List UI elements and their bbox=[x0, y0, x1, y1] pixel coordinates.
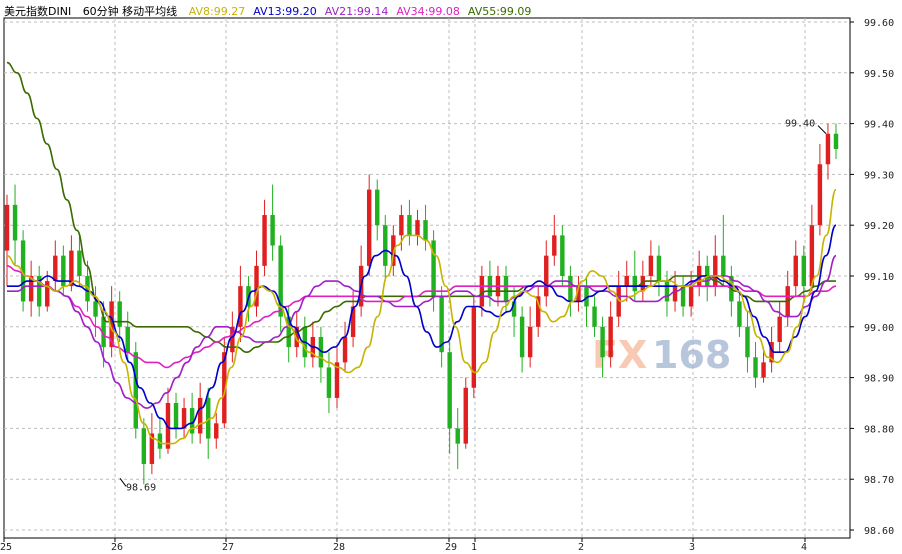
candle bbox=[366, 174, 372, 276]
series-line-ma21 bbox=[6, 254, 837, 409]
candle bbox=[375, 179, 380, 241]
candle bbox=[342, 321, 348, 373]
candle bbox=[28, 260, 34, 317]
x-tick-label: 29 bbox=[445, 542, 457, 553]
candle bbox=[350, 291, 356, 348]
y-tick-label: 99.50 bbox=[864, 69, 894, 80]
annotation-low: 98.69 bbox=[126, 482, 156, 493]
watermark-number: 168 bbox=[652, 333, 731, 377]
candle bbox=[737, 291, 742, 337]
candle bbox=[785, 270, 790, 327]
candle bbox=[705, 255, 710, 302]
candle bbox=[157, 418, 163, 459]
candle bbox=[527, 306, 533, 368]
candle bbox=[463, 377, 468, 449]
y-tick-label: 99.00 bbox=[864, 323, 894, 334]
candle bbox=[793, 240, 798, 297]
candle bbox=[254, 250, 259, 317]
candle bbox=[817, 143, 823, 236]
y-tick-label: 98.70 bbox=[864, 475, 894, 486]
y-tick-label: 98.90 bbox=[864, 374, 894, 385]
y-tick-label: 98.80 bbox=[864, 424, 894, 435]
candle bbox=[624, 260, 629, 302]
candle bbox=[53, 240, 58, 292]
y-tick-label: 99.10 bbox=[864, 272, 894, 283]
x-tick-label: 28 bbox=[333, 542, 345, 553]
y-tick-label: 99.30 bbox=[864, 170, 894, 181]
candle bbox=[262, 199, 267, 276]
candle bbox=[592, 296, 597, 337]
x-tick-label: 4 bbox=[801, 542, 807, 553]
candle bbox=[270, 184, 275, 261]
candle bbox=[197, 382, 203, 444]
candle bbox=[648, 240, 654, 287]
candle bbox=[439, 286, 444, 368]
candle bbox=[713, 235, 718, 297]
candle bbox=[181, 397, 187, 439]
x-tick-label: 26 bbox=[111, 542, 123, 553]
candle bbox=[189, 392, 195, 444]
x-tick-label: 2 bbox=[578, 542, 584, 553]
candle bbox=[560, 225, 565, 287]
candle bbox=[745, 311, 750, 373]
candle bbox=[696, 250, 702, 297]
candle bbox=[519, 306, 525, 373]
candle bbox=[471, 296, 477, 398]
candle bbox=[455, 408, 460, 470]
candle bbox=[61, 245, 66, 297]
y-tick-label: 99.20 bbox=[864, 221, 894, 232]
candle bbox=[511, 286, 517, 337]
candle bbox=[173, 392, 179, 439]
candle bbox=[680, 276, 686, 317]
candlestick-chart: 99.60 99.50 99.40 99.30 99.20 99.10 99.00 98.90… bbox=[0, 17, 894, 553]
annotation-high-leader bbox=[817, 125, 827, 134]
candle bbox=[777, 301, 782, 353]
y-tick-label: 99.60 bbox=[864, 18, 894, 29]
candle bbox=[568, 265, 573, 317]
candle bbox=[729, 265, 734, 317]
watermark-fx: FX bbox=[592, 333, 647, 377]
annotation-high: 99.40 bbox=[785, 119, 815, 130]
candle bbox=[423, 204, 428, 251]
candle bbox=[310, 321, 316, 368]
candle bbox=[12, 184, 18, 266]
watermark-logo: FX 168 bbox=[592, 333, 731, 377]
candle bbox=[544, 240, 549, 307]
candle bbox=[149, 413, 155, 475]
candle bbox=[664, 270, 670, 317]
candle bbox=[415, 209, 420, 246]
candle bbox=[407, 199, 412, 246]
candle bbox=[334, 347, 340, 409]
x-tick-label: 1 bbox=[471, 542, 477, 553]
y-tick-label: 98.60 bbox=[864, 526, 894, 537]
candle bbox=[825, 123, 831, 180]
candle bbox=[4, 194, 10, 287]
candle bbox=[656, 245, 662, 297]
x-tick-label: 25 bbox=[0, 542, 12, 553]
candle bbox=[318, 326, 324, 383]
candle bbox=[552, 215, 557, 266]
series-line-ma55 bbox=[6, 61, 836, 354]
x-tick-label: 27 bbox=[222, 542, 234, 553]
candle bbox=[584, 276, 589, 327]
x-tick-label: 3 bbox=[689, 542, 695, 553]
candle bbox=[447, 342, 452, 454]
candle bbox=[753, 342, 758, 388]
y-tick-label: 99.40 bbox=[864, 120, 894, 131]
candle bbox=[117, 291, 122, 343]
candle bbox=[535, 286, 541, 337]
candle bbox=[36, 265, 42, 317]
candle bbox=[833, 123, 839, 160]
candle bbox=[278, 235, 283, 332]
candle bbox=[214, 413, 219, 449]
